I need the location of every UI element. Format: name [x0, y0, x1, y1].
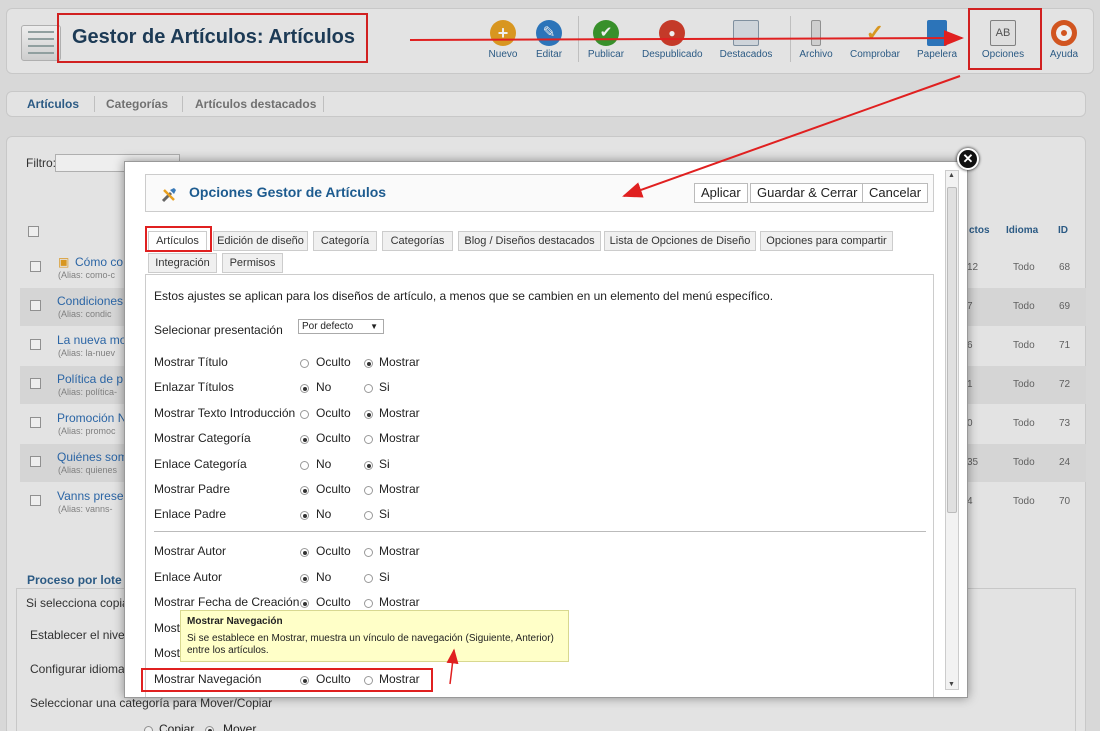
option-radio-a-label: Oculto [316, 544, 351, 558]
section-divider [154, 531, 926, 532]
option-radio-a-label: No [316, 380, 332, 394]
layout-select[interactable]: Por defecto ▼ [298, 319, 384, 334]
tab-categories[interactable]: Categorías [382, 231, 453, 251]
modal-scrollbar[interactable]: ▲ ▼ [945, 170, 959, 690]
option-label: Enlazar Títulos [154, 380, 234, 394]
option-label: Mostrar Categoría [154, 431, 251, 445]
option-radio-b[interactable] [364, 435, 373, 444]
tooltip-body: Si se establece en Mostrar, muestra un v… [187, 633, 554, 656]
tab-permissions[interactable]: Permisos [222, 253, 283, 273]
chevron-down-icon: ▼ [370, 322, 378, 331]
option-radio-a-label: Oculto [316, 431, 351, 445]
option-radio-a[interactable] [300, 410, 309, 419]
option-radio-b-label: Si [379, 457, 390, 471]
option-label: Mostrar Fecha de Creación [154, 595, 300, 609]
close-modal-button[interactable]: ✕ [957, 148, 979, 170]
scroll-down-icon[interactable]: ▼ [948, 681, 955, 688]
option-radio-b-label: Mostrar [379, 431, 420, 445]
option-radio-b[interactable] [364, 486, 373, 495]
modal-title: Opciones Gestor de Artículos [189, 184, 387, 200]
option-label: Mostrar Padre [154, 482, 231, 496]
modal-header: Opciones Gestor de Artículos Aplicar Gua… [145, 174, 934, 212]
option-radio-a[interactable] [300, 548, 309, 557]
annotation-navigation-box [141, 668, 433, 692]
option-radio-b-label: Mostrar [379, 595, 420, 609]
option-radio-b[interactable] [364, 574, 373, 583]
cancel-button[interactable]: Cancelar [862, 183, 929, 203]
option-label: Enlace Categoría [154, 457, 247, 471]
tooltip-title: Mostrar Navegación [187, 616, 283, 627]
tab-sharing[interactable]: Opciones para compartir [760, 231, 893, 251]
option-radio-a[interactable] [300, 574, 309, 583]
option-radio-a-label: Oculto [316, 355, 351, 369]
option-label: Mostrar Texto Introducción [154, 406, 296, 420]
tab-integration[interactable]: Integración [148, 253, 217, 273]
option-radio-b[interactable] [364, 461, 373, 470]
apply-button[interactable]: Aplicar [694, 183, 748, 203]
option-radio-a[interactable] [300, 435, 309, 444]
option-radio-b[interactable] [364, 384, 373, 393]
option-label: Enlace Autor [154, 570, 223, 584]
option-label: Enlace Padre [154, 507, 227, 521]
layout-label: Selecionar presentación [154, 323, 283, 337]
option-radio-a-label: No [316, 457, 332, 471]
scrollbar-thumb[interactable] [947, 187, 957, 513]
option-radio-b-label: Si [379, 570, 390, 584]
tab-list-layouts[interactable]: Lista de Opciones de Diseño [604, 231, 756, 251]
option-radio-a-label: Oculto [316, 482, 351, 496]
tab-blog-featured[interactable]: Blog / Diseños destacados [458, 231, 601, 251]
tools-icon [161, 188, 176, 203]
option-radio-a[interactable] [300, 359, 309, 368]
option-radio-b-label: Si [379, 507, 390, 521]
option-radio-b[interactable] [364, 410, 373, 419]
option-radio-b-label: Si [379, 380, 390, 394]
option-label: Mostrar Título [154, 355, 228, 369]
option-radio-a[interactable] [300, 511, 309, 520]
option-radio-b[interactable] [364, 599, 373, 608]
option-radio-a-label: No [316, 507, 332, 521]
option-radio-a-label: Oculto [316, 406, 351, 420]
option-radio-b-label: Mostrar [379, 355, 420, 369]
layout-select-value: Por defecto [302, 321, 354, 332]
save-close-button[interactable]: Guardar & Cerrar [750, 183, 865, 203]
navigation-tooltip: Mostrar Navegación Si se establece en Mo… [180, 610, 569, 662]
panel-description: Estos ajustes se aplican para los diseño… [154, 289, 774, 303]
option-radio-b[interactable] [364, 548, 373, 557]
scroll-up-icon[interactable]: ▲ [948, 172, 955, 179]
tab-category[interactable]: Categoría [313, 231, 377, 251]
option-radio-b-label: Mostrar [379, 482, 420, 496]
option-radio-a-label: No [316, 570, 332, 584]
annotation-tab-box [145, 226, 212, 252]
option-radio-a[interactable] [300, 486, 309, 495]
option-radio-a[interactable] [300, 599, 309, 608]
option-radio-a-label: Oculto [316, 595, 351, 609]
option-label: Mostrar Autor [154, 544, 227, 558]
option-radio-b-label: Mostrar [379, 544, 420, 558]
option-radio-b-label: Mostrar [379, 406, 420, 420]
option-radio-a[interactable] [300, 384, 309, 393]
option-radio-a[interactable] [300, 461, 309, 470]
option-radio-b[interactable] [364, 359, 373, 368]
tab-layout-editing[interactable]: Edición de diseño [213, 231, 308, 251]
option-radio-b[interactable] [364, 511, 373, 520]
